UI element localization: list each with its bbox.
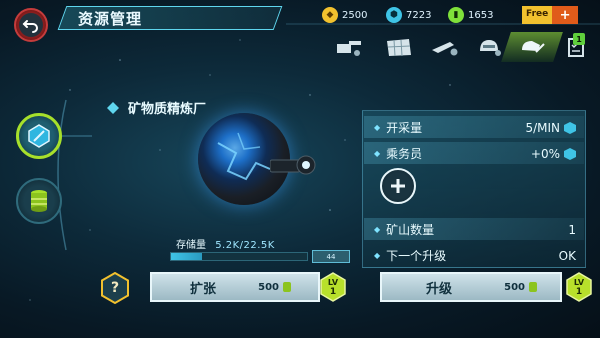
energy-value: 1653 [468, 9, 494, 21]
energy-cell-icon [283, 282, 291, 292]
storage-value: 5.2K/22.5K [215, 240, 275, 251]
crystal-icon: ⬢ [386, 7, 402, 23]
gold-coin-icon: ◆ [322, 7, 338, 23]
storage-info: 存储量 5.2K/22.5K [176, 236, 275, 251]
mining-rate-label: 开采量 [386, 121, 423, 135]
storage-cap-tag: 44 [312, 250, 350, 263]
mine-count-value: 1 [568, 222, 576, 237]
crystal-icon [564, 147, 576, 160]
bullet-icon: ◆ [374, 225, 381, 234]
next-upgrade-row: ◆ 下一个升级 OK [374, 247, 576, 264]
help-label: ? [110, 280, 120, 296]
mining-rate-row: ◆ 开采量 5/MIN [374, 119, 576, 136]
expand-level-prefix: LV [327, 277, 339, 287]
expand-label: 扩张 [190, 281, 217, 297]
upgrade-label: 升级 [426, 281, 453, 297]
crew-value: +0% [530, 146, 560, 161]
help-button[interactable]: ? [100, 272, 130, 304]
tasks-count-badge: 1 [573, 33, 585, 45]
crystal-value: 7223 [406, 9, 432, 21]
energy-cell-icon: ▮ [448, 7, 464, 23]
storage-progress-fill [171, 253, 203, 260]
expand-level-value: 1 [329, 286, 337, 297]
crew-label: 乘务员 [386, 147, 423, 161]
upgrade-button[interactable]: 升级 500 [380, 272, 562, 302]
energy-nav-button[interactable] [16, 178, 62, 224]
add-crew-button[interactable] [380, 168, 416, 204]
energy-cell-icon [529, 282, 537, 292]
free-label: Free [522, 6, 553, 24]
mine-count-label: 矿山数量 [386, 223, 435, 237]
upgrade-level-value: 1 [575, 286, 583, 297]
bullet-icon: ◆ [374, 123, 381, 132]
storage-progress-bar [170, 252, 308, 261]
mining-drill-icon [270, 155, 316, 175]
plus-icon: + [552, 6, 578, 24]
storage-label: 存储量 [176, 240, 206, 251]
crystal-icon [564, 121, 576, 134]
energy-counter: ▮ 1653 [448, 6, 493, 24]
back-arrow-icon [22, 20, 38, 33]
crystal-hex-icon [28, 124, 50, 148]
crew-row: ◆ 乘务员 +0% [374, 145, 576, 162]
next-upgrade-value: OK [558, 248, 576, 263]
expand-cost-value: 500 [258, 281, 279, 293]
expand-button[interactable]: 扩张 500 [150, 272, 320, 302]
mining-rate-value: 5/MIN [525, 120, 560, 135]
upgrade-cost: 500 [504, 281, 538, 293]
upgrade-level-badge: LV 1 [566, 272, 592, 302]
refinery-nav-button[interactable] [16, 113, 62, 159]
upgrade-level-prefix: LV [573, 277, 585, 287]
next-upgrade-label: 下一个升级 [386, 249, 447, 263]
bullet-icon: ◆ [374, 149, 381, 158]
turret-settings-icon[interactable] [332, 34, 366, 60]
bullet-icon: ◆ [374, 251, 381, 260]
crystal-bullet-icon [107, 101, 119, 114]
facility-title: 矿物质精炼厂 [128, 102, 207, 117]
page-title: 资源管理 [78, 10, 143, 28]
facility-name: 矿物质精炼厂 [106, 98, 206, 117]
weapon-settings-icon[interactable] [428, 34, 462, 60]
expand-cost: 500 [258, 281, 292, 293]
upgrade-cost-value: 500 [504, 281, 525, 293]
mining-tab-icon[interactable] [516, 34, 550, 60]
gold-counter: ◆ 2500 [322, 6, 367, 24]
gold-value: 2500 [342, 9, 368, 21]
mine-count-row: ◆ 矿山数量 1 [374, 221, 576, 238]
back-button[interactable] [14, 8, 48, 42]
helmet-settings-icon[interactable] [472, 34, 506, 60]
free-offer-button[interactable]: Free + [522, 6, 578, 24]
energy-barrel-icon [31, 190, 47, 212]
map-grid-icon[interactable] [382, 34, 416, 60]
expand-level-badge: LV 1 [320, 272, 346, 302]
plus-icon [391, 179, 405, 193]
crystal-counter: ⬢ 7223 [386, 6, 431, 24]
